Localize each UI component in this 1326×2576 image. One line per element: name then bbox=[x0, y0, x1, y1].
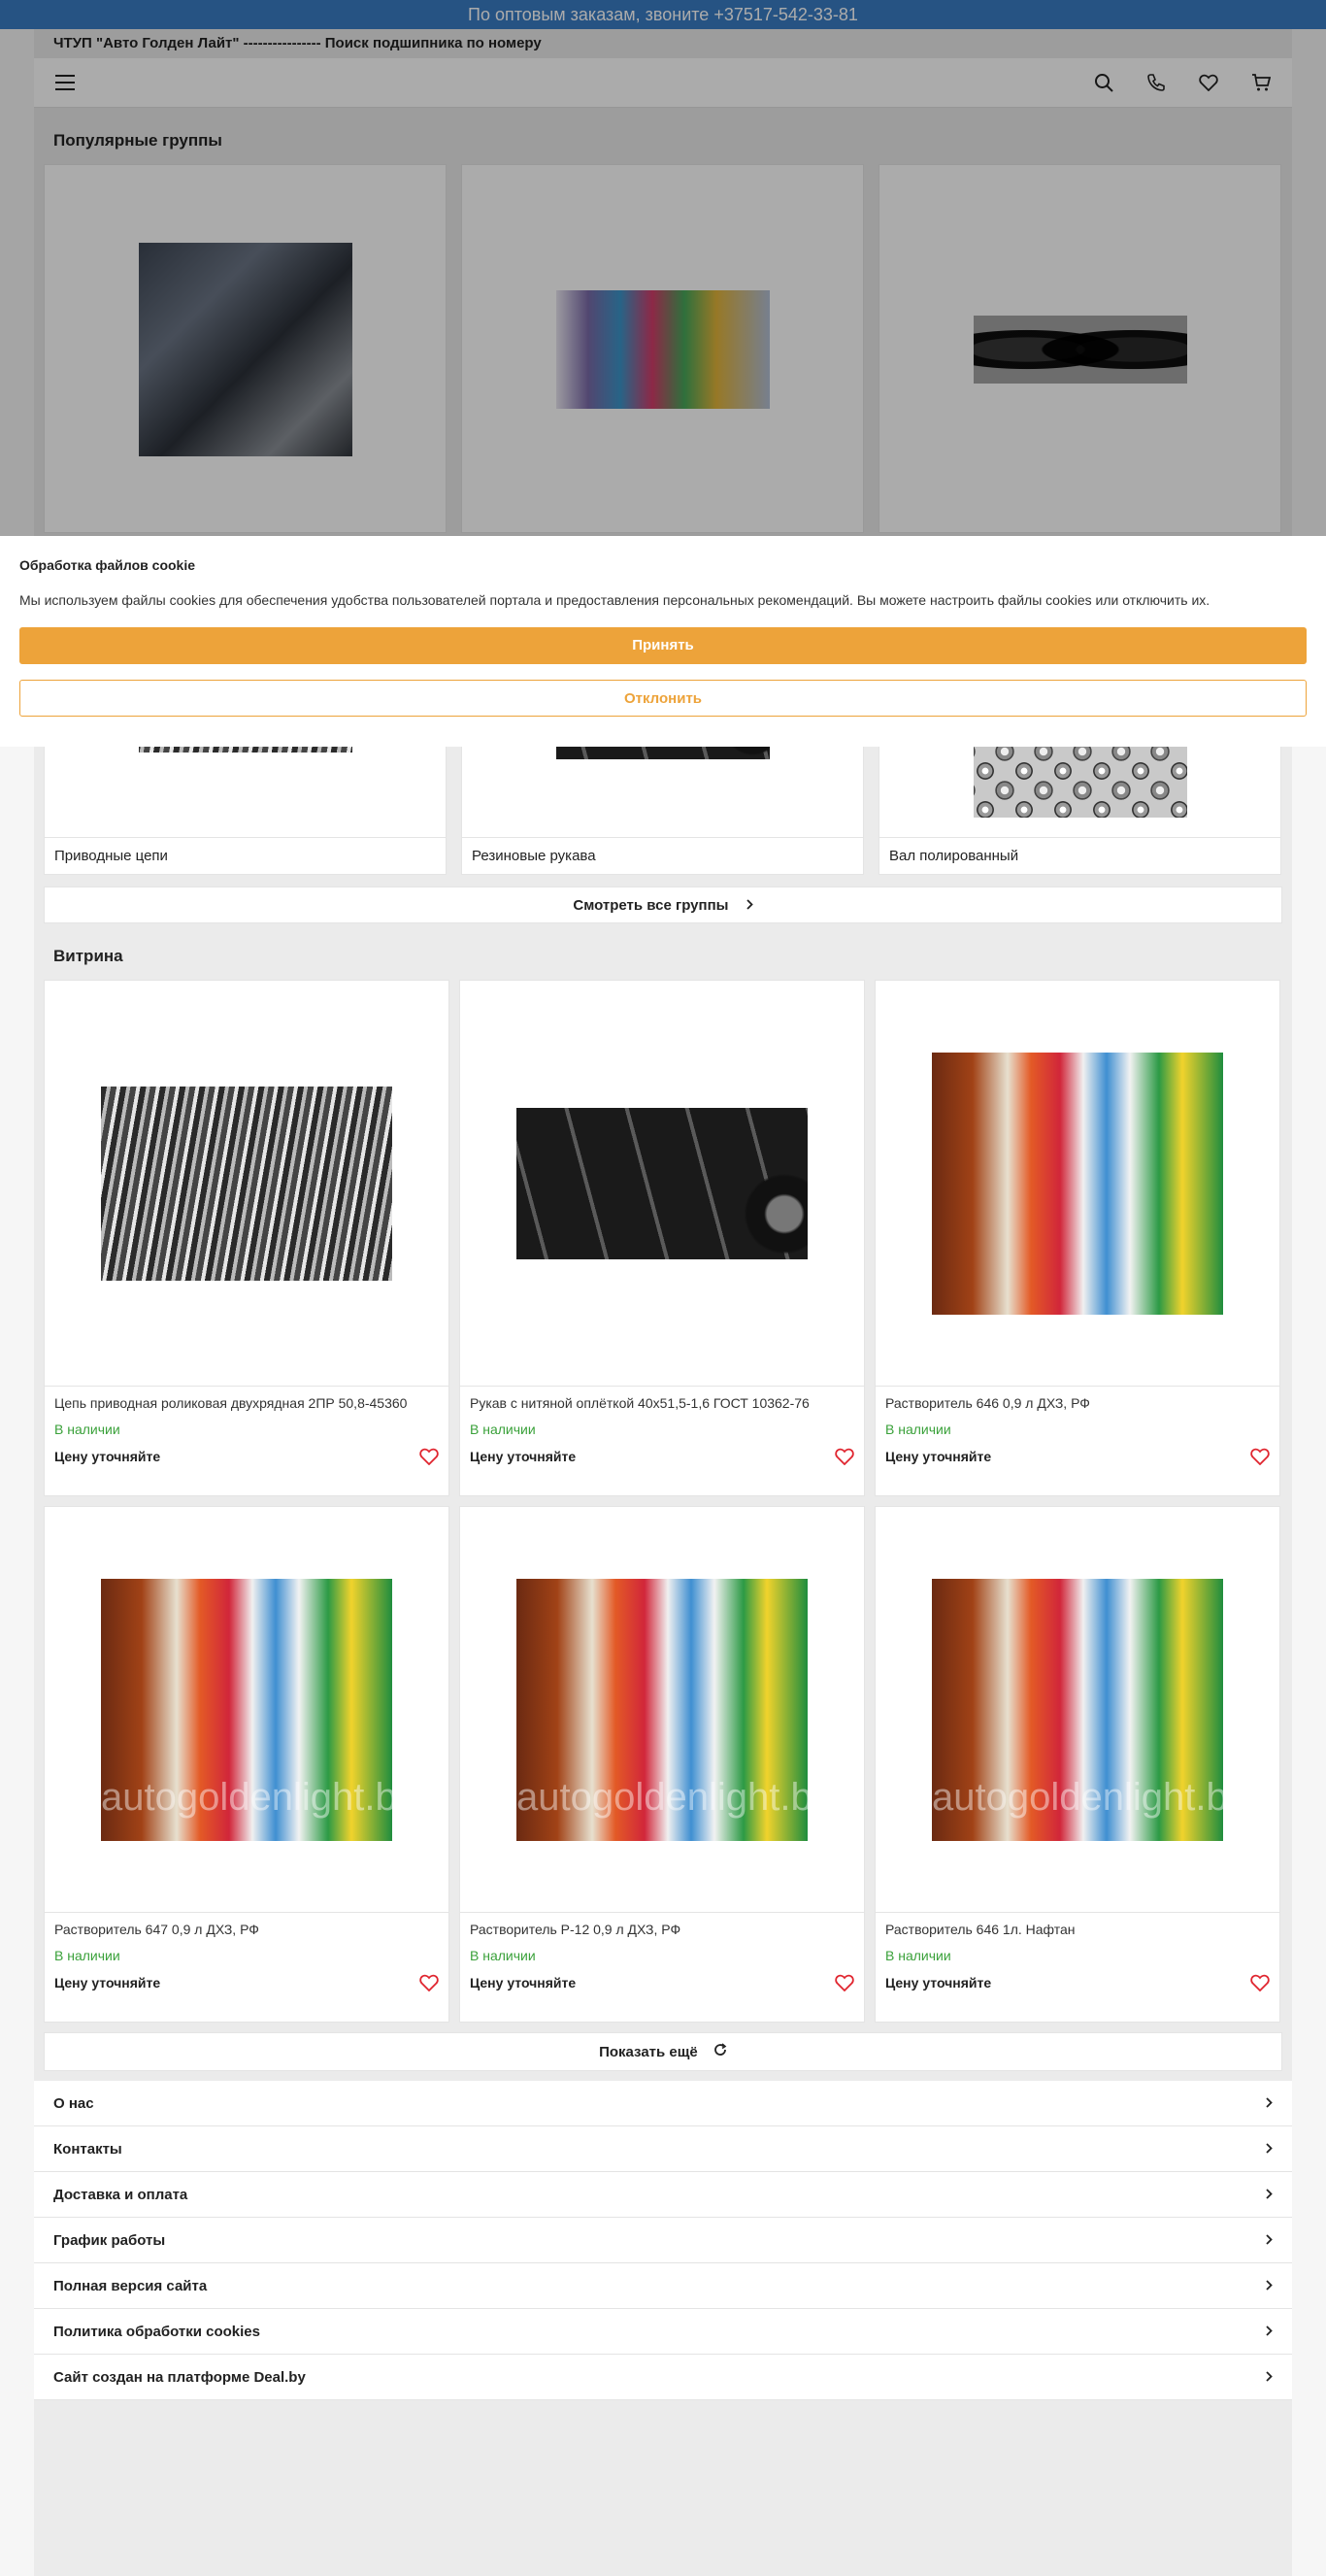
product-image-chains bbox=[101, 1086, 392, 1281]
favorite-heart-icon[interactable] bbox=[419, 1448, 439, 1466]
footer-link-label: Политика обработки cookies bbox=[53, 2323, 260, 2340]
product-price: Цену уточняйте bbox=[470, 1975, 577, 1991]
group-label: Вал полированный bbox=[879, 837, 1280, 874]
footer-link-full-version[interactable]: Полная версия сайта bbox=[34, 2263, 1292, 2309]
footer-link-delivery[interactable]: Доставка и оплата bbox=[34, 2172, 1292, 2218]
chevron-right-icon bbox=[1266, 2278, 1273, 2294]
product-price: Цену уточняйте bbox=[885, 1449, 992, 1464]
footer-link-schedule[interactable]: График работы bbox=[34, 2218, 1292, 2263]
product-image-solvents: autogoldenlight.by bbox=[101, 1578, 392, 1841]
cookie-text: Мы используем файлы cookies для обеспече… bbox=[19, 592, 1210, 608]
group-label: Резиновые рукава bbox=[462, 837, 863, 874]
favorite-heart-icon[interactable] bbox=[1250, 1974, 1270, 1992]
all-groups-label: Смотреть все группы bbox=[573, 897, 729, 914]
product-card[interactable]: autogoldenlight.by Растворитель 647 0,9 … bbox=[44, 1506, 449, 2023]
footer-link-contacts[interactable]: Контакты bbox=[34, 2126, 1292, 2172]
product-stock: В наличии bbox=[885, 1422, 951, 1437]
product-name[interactable]: Рукав с нитяной оплёткой 40х51,5-1,6 ГОС… bbox=[460, 1387, 864, 1413]
product-image-solvents: autogoldenlight.by bbox=[932, 1578, 1223, 1841]
chevron-right-icon bbox=[1266, 2187, 1273, 2203]
product-grid: Цепь приводная роликовая двухрядная 2ПР … bbox=[34, 980, 1292, 2023]
product-card[interactable]: Рукав с нитяной оплёткой 40х51,5-1,6 ГОС… bbox=[459, 980, 865, 1496]
product-stock: В наличии bbox=[470, 1948, 536, 1963]
group-label: Приводные цепи bbox=[45, 837, 446, 874]
product-name[interactable]: Растворитель 646 0,9 л ДХЗ, РФ bbox=[876, 1387, 1279, 1413]
cookie-decline-button[interactable]: Отклонить bbox=[19, 680, 1307, 717]
all-groups-button[interactable]: Смотреть все группы bbox=[44, 887, 1282, 923]
favorite-heart-icon[interactable] bbox=[835, 1448, 854, 1466]
product-name[interactable]: Растворитель 646 1л. Нафтан bbox=[876, 1913, 1279, 1939]
product-card[interactable]: autogoldenlight.by Растворитель 646 1л. … bbox=[875, 1506, 1280, 2023]
footer-link-label: Доставка и оплата bbox=[53, 2186, 188, 2203]
watermark: autogoldenlight.by bbox=[516, 1775, 808, 1819]
product-price: Цену уточняйте bbox=[54, 1449, 161, 1464]
watermark: autogoldenlight.by bbox=[101, 1775, 392, 1819]
chevron-right-icon bbox=[1266, 2324, 1273, 2340]
footer-links: О нас Контакты Доставка и оплата График … bbox=[34, 2081, 1292, 2400]
product-stock: В наличии bbox=[885, 1948, 951, 1963]
product-stock: В наличии bbox=[54, 1948, 120, 1963]
cookie-banner: Обработка файлов cookie Мы используем фа… bbox=[0, 536, 1326, 747]
product-image-solvents: autogoldenlight.by bbox=[516, 1578, 808, 1841]
chevron-right-icon bbox=[1266, 2369, 1273, 2386]
product-stock: В наличии bbox=[54, 1422, 120, 1437]
product-stock: В наличии bbox=[470, 1422, 536, 1437]
show-more-label: Показать ещё bbox=[599, 2044, 698, 2060]
favorite-heart-icon[interactable] bbox=[1250, 1448, 1270, 1466]
product-name[interactable]: Растворитель Р-12 0,9 л ДХЗ, РФ bbox=[460, 1913, 864, 1939]
modal-overlay bbox=[0, 0, 1326, 536]
show-more-button[interactable]: Показать ещё bbox=[44, 2032, 1282, 2071]
chevron-right-icon bbox=[1266, 2141, 1273, 2158]
product-price: Цену уточняйте bbox=[54, 1975, 161, 1991]
product-image-solvents bbox=[932, 1052, 1223, 1315]
watermark: autogoldenlight.by bbox=[932, 1775, 1223, 1819]
product-card[interactable]: autogoldenlight.by Растворитель Р-12 0,9… bbox=[459, 1506, 865, 2023]
footer-link-about[interactable]: О нас bbox=[34, 2081, 1292, 2126]
footer-link-cookie-policy[interactable]: Политика обработки cookies bbox=[34, 2309, 1292, 2355]
refresh-icon bbox=[713, 2043, 727, 2060]
product-name[interactable]: Растворитель 647 0,9 л ДХЗ, РФ bbox=[45, 1913, 448, 1939]
chevron-right-icon bbox=[1266, 2095, 1273, 2112]
cookie-title: Обработка файлов cookie bbox=[19, 557, 196, 573]
product-price: Цену уточняйте bbox=[885, 1975, 992, 1991]
product-image-hoses bbox=[516, 1107, 808, 1259]
footer-link-label: Полная версия сайта bbox=[53, 2277, 208, 2294]
product-price: Цену уточняйте bbox=[470, 1449, 577, 1464]
favorite-heart-icon[interactable] bbox=[419, 1974, 439, 1992]
product-name[interactable]: Цепь приводная роликовая двухрядная 2ПР … bbox=[45, 1387, 448, 1413]
footer-link-label: График работы bbox=[53, 2231, 166, 2249]
footer-link-label: Контакты bbox=[53, 2140, 122, 2158]
footer-link-platform[interactable]: Сайт создан на платформе Deal.by bbox=[34, 2355, 1292, 2400]
footer-link-label: Сайт создан на платформе Deal.by bbox=[53, 2368, 306, 2386]
favorite-heart-icon[interactable] bbox=[835, 1974, 854, 1992]
footer-link-label: О нас bbox=[53, 2094, 94, 2112]
chevron-right-icon bbox=[1266, 2232, 1273, 2249]
chevron-right-icon bbox=[746, 897, 753, 914]
cookie-accept-button[interactable]: Принять bbox=[19, 627, 1307, 664]
product-card[interactable]: Растворитель 646 0,9 л ДХЗ, РФ В наличии… bbox=[875, 980, 1280, 1496]
product-card[interactable]: Цепь приводная роликовая двухрядная 2ПР … bbox=[44, 980, 449, 1496]
showcase-title: Витрина bbox=[53, 947, 123, 965]
